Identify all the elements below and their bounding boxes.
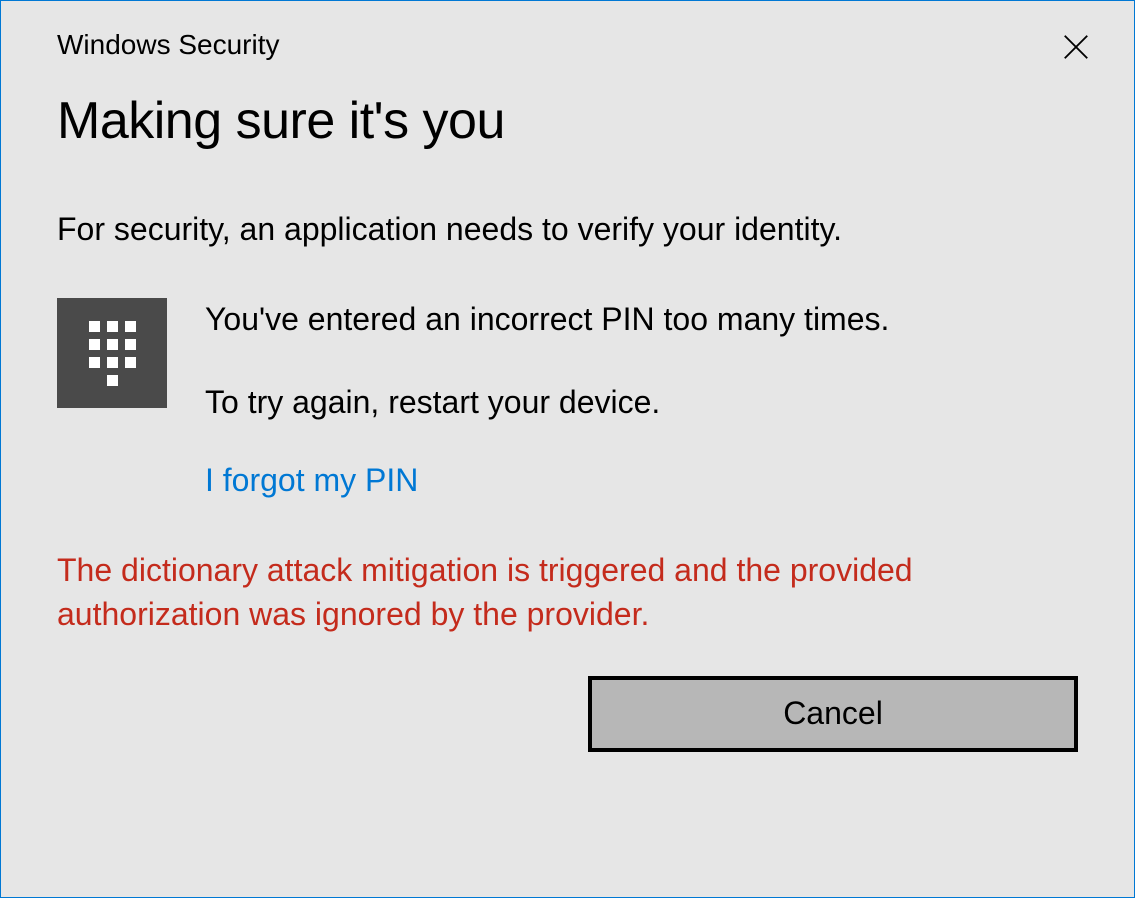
message-text-block: You've entered an incorrect PIN too many…: [205, 298, 1078, 499]
button-row: Cancel: [57, 676, 1078, 752]
cancel-button[interactable]: Cancel: [588, 676, 1078, 752]
app-title: Windows Security: [57, 29, 280, 61]
dialog-heading: Making sure it's you: [57, 91, 1078, 151]
error-message-line1: You've entered an incorrect PIN too many…: [205, 298, 1078, 341]
message-row: You've entered an incorrect PIN too many…: [57, 298, 1078, 499]
forgot-pin-link[interactable]: I forgot my PIN: [205, 462, 418, 499]
dialog-description: For security, an application needs to ve…: [57, 211, 1078, 248]
close-button[interactable]: [1058, 29, 1094, 65]
close-icon: [1061, 32, 1091, 62]
security-dialog: Windows Security Making sure it's you Fo…: [0, 0, 1135, 898]
pin-pad-icon: [57, 298, 167, 408]
error-message-line2: To try again, restart your device.: [205, 381, 1078, 424]
title-bar: Windows Security: [57, 29, 1078, 61]
provider-error-text: The dictionary attack mitigation is trig…: [57, 549, 1078, 635]
